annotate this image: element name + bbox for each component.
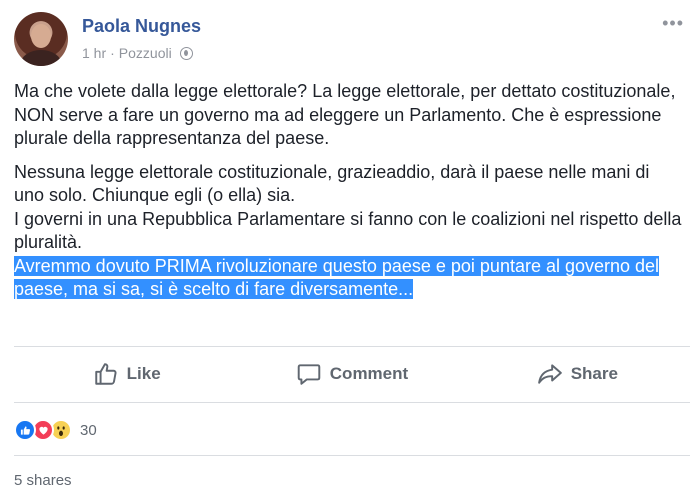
reaction-summary[interactable]: 30 [14,419,97,441]
post-paragraph-2-line-1: Nessuna legge elettorale costituzionale,… [14,161,650,206]
divider [14,402,690,403]
divider [14,346,690,347]
divider [14,455,690,456]
share-icon [537,364,562,384]
thumbs-up-icon [94,363,117,385]
post-meta: 1 hr · Pozzuoli [82,45,193,61]
like-label: Like [126,364,161,383]
post-content: Ma che volete dalla legge elettorale? La… [14,80,684,302]
post-header: Paola Nugnes 1 hr · Pozzuoli ••• [14,12,684,68]
post-paragraph-1: Ma che volete dalla legge elettorale? La… [14,81,676,148]
comment-icon [297,364,321,385]
post-paragraph-2-line-2: I governi in una Repubblica Parlamentare… [14,208,682,253]
avatar[interactable] [14,12,68,66]
like-reaction-icon [14,419,36,441]
more-icon[interactable]: ••• [662,14,684,32]
action-bar: Like Comment Share [14,350,690,398]
like-button[interactable]: Like [14,350,239,398]
comment-label: Comment [329,364,409,383]
selected-text: Avremmo dovuto PRIMA rivoluzionare quest… [14,255,660,299]
globe-icon[interactable] [179,46,193,60]
comment-button[interactable]: Comment [239,350,464,398]
meta-separator: · [110,45,115,61]
author-name[interactable]: Paola Nugnes [82,16,201,37]
share-button[interactable]: Share [465,350,690,398]
share-label: Share [570,364,618,383]
shares-count[interactable]: 5 shares [14,472,72,489]
reaction-count[interactable]: 30 [80,422,97,439]
post-location[interactable]: Pozzuoli [119,45,172,61]
post-time[interactable]: 1 hr [82,45,106,61]
